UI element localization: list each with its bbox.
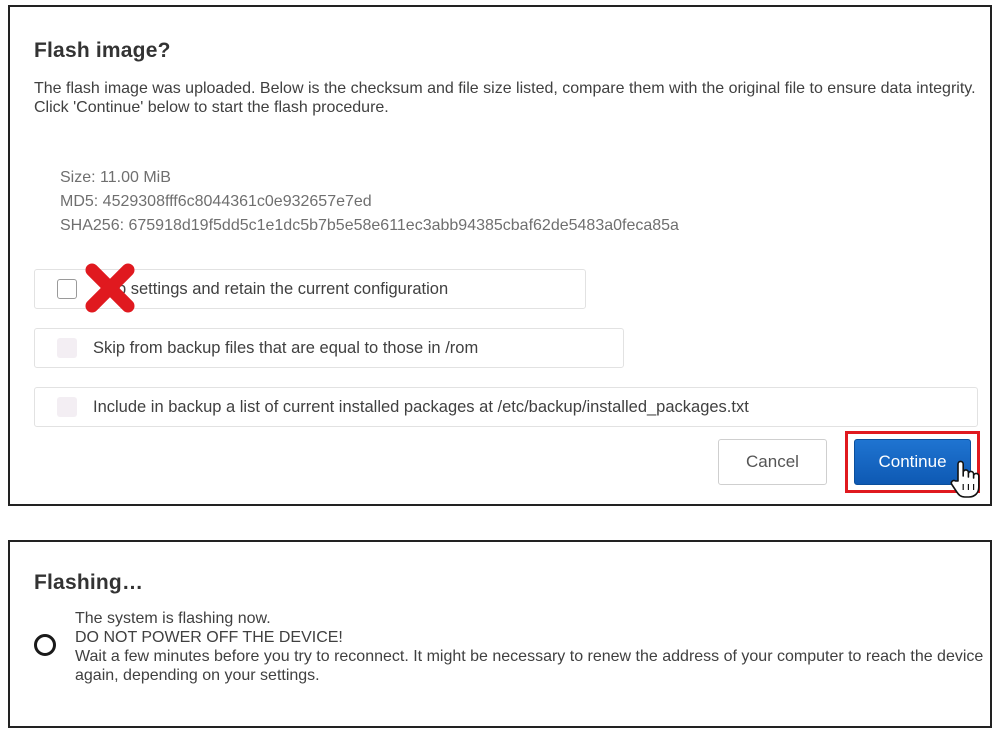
reconnect-notice: Wait a few minutes before you try to rec… [75, 648, 984, 684]
flashing-status: The system is flashing now. [75, 610, 271, 627]
option-include-packages[interactable]: Include in backup a list of current inst… [34, 387, 978, 427]
file-size: Size: 11.00 MiB [60, 169, 171, 186]
skip-backup-checkbox[interactable] [57, 338, 77, 358]
dialog-actions: Cancel Continue [718, 431, 980, 498]
loading-spinner-icon [34, 634, 56, 656]
option-skip-backup[interactable]: Skip from backup files that are equal to… [34, 328, 624, 368]
include-packages-checkbox[interactable] [57, 397, 77, 417]
continue-highlight: Continue [845, 431, 980, 498]
image-info: Size: 11.00 MiB MD5: 4529308fff6c8044361… [60, 166, 679, 238]
cancel-button[interactable]: Cancel [718, 439, 827, 485]
flashing-dialog: Flashing… The system is flashing now. DO… [8, 540, 992, 728]
keep-settings-checkbox[interactable] [57, 279, 77, 299]
cross-mark-icon [85, 263, 135, 313]
keep-settings-label: p settings and retain the current config… [117, 279, 449, 298]
description-continue: Click 'Continue' below to start the flas… [34, 99, 389, 116]
dialog-description: The flash image was uploaded. Below is t… [34, 79, 984, 117]
flash-image-dialog: Flash image? The flash image was uploade… [8, 5, 992, 506]
dialog-title: Flash image? [34, 39, 171, 62]
skip-backup-label: Skip from backup files that are equal to… [93, 338, 479, 357]
power-warning: DO NOT POWER OFF THE DEVICE! [75, 629, 343, 646]
md5-checksum: MD5: 4529308fff6c8044361c0e932657e7ed [60, 193, 372, 210]
description-integrity: The flash image was uploaded. Below is t… [34, 80, 976, 97]
include-packages-label: Include in backup a list of current inst… [93, 397, 749, 416]
flashing-title: Flashing… [34, 571, 144, 594]
flashing-message: The system is flashing now. DO NOT POWER… [75, 609, 990, 685]
hand-pointer-icon [950, 460, 980, 498]
sha256-checksum: SHA256: 675918d19f5dd5c1e1dc5b7b5e58e611… [60, 217, 679, 234]
